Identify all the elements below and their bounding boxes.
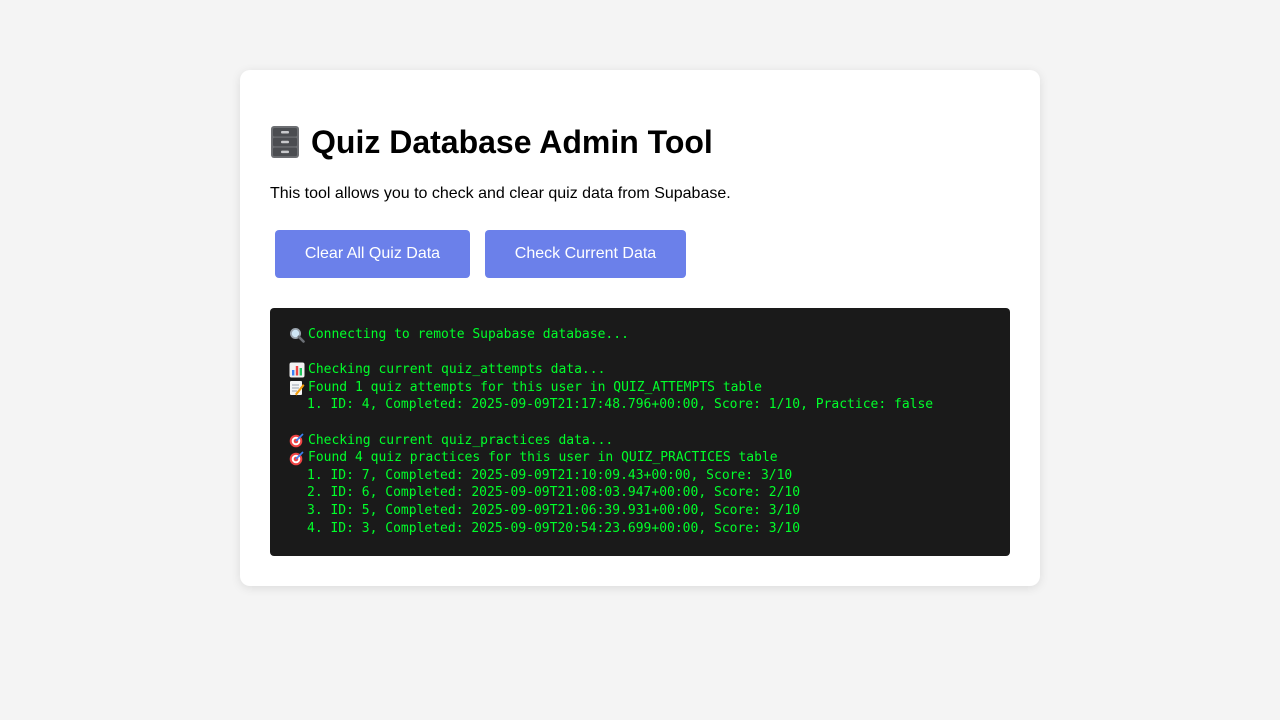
page-title-text: Quiz Database Admin Tool bbox=[311, 124, 713, 160]
magnifier-icon bbox=[289, 327, 308, 343]
console-text: Checking current quiz_practices data... bbox=[308, 432, 614, 448]
console-line: Found 4 quiz practices for this user in … bbox=[289, 449, 1010, 467]
check-current-data-button[interactable]: Check Current Data bbox=[485, 230, 686, 278]
attempt-row: 1. ID: 4, Completed: 2025-09-09T21:17:48… bbox=[307, 397, 934, 413]
practice-row: 4. ID: 3, Completed: 2025-09-09T20:54:23… bbox=[307, 520, 801, 536]
memo-icon bbox=[289, 380, 308, 396]
target-icon bbox=[289, 450, 308, 466]
console-spacer bbox=[289, 414, 1010, 432]
console-spacer bbox=[289, 344, 1010, 362]
console-line: Found 1 quiz attempts for this user in Q… bbox=[289, 379, 1010, 397]
console-text: Found 4 quiz practices for this user in … bbox=[308, 450, 778, 466]
practice-row: 1. ID: 7, Completed: 2025-09-09T21:10:09… bbox=[307, 467, 793, 483]
console-text: Connecting to remote Supabase database..… bbox=[308, 327, 629, 342]
practice-row: 2. ID: 6, Completed: 2025-09-09T21:08:03… bbox=[307, 485, 801, 501]
bar-chart-icon bbox=[289, 362, 308, 378]
practice-row: 3. ID: 5, Completed: 2025-09-09T21:06:39… bbox=[307, 502, 801, 518]
clear-all-quiz-data-button[interactable]: Clear All Quiz Data bbox=[275, 230, 470, 278]
page-title: Quiz Database Admin Tool bbox=[270, 122, 713, 162]
console-text: Found 1 quiz attempts for this user in Q… bbox=[308, 379, 762, 395]
file-cabinet-icon bbox=[270, 125, 300, 159]
admin-card: Quiz Database Admin Tool This tool allow… bbox=[240, 70, 1040, 586]
console-line: Checking current quiz_practices data... bbox=[289, 432, 1010, 450]
target-icon bbox=[289, 432, 308, 448]
console-output: Connecting to remote Supabase database..… bbox=[270, 308, 1010, 556]
console-line: Checking current quiz_attempts data... bbox=[289, 361, 1010, 379]
page-description: This tool allows you to check and clear … bbox=[270, 185, 731, 202]
console-line: Connecting to remote Supabase database..… bbox=[289, 326, 1010, 344]
console-text: Checking current quiz_attempts data... bbox=[308, 362, 606, 378]
